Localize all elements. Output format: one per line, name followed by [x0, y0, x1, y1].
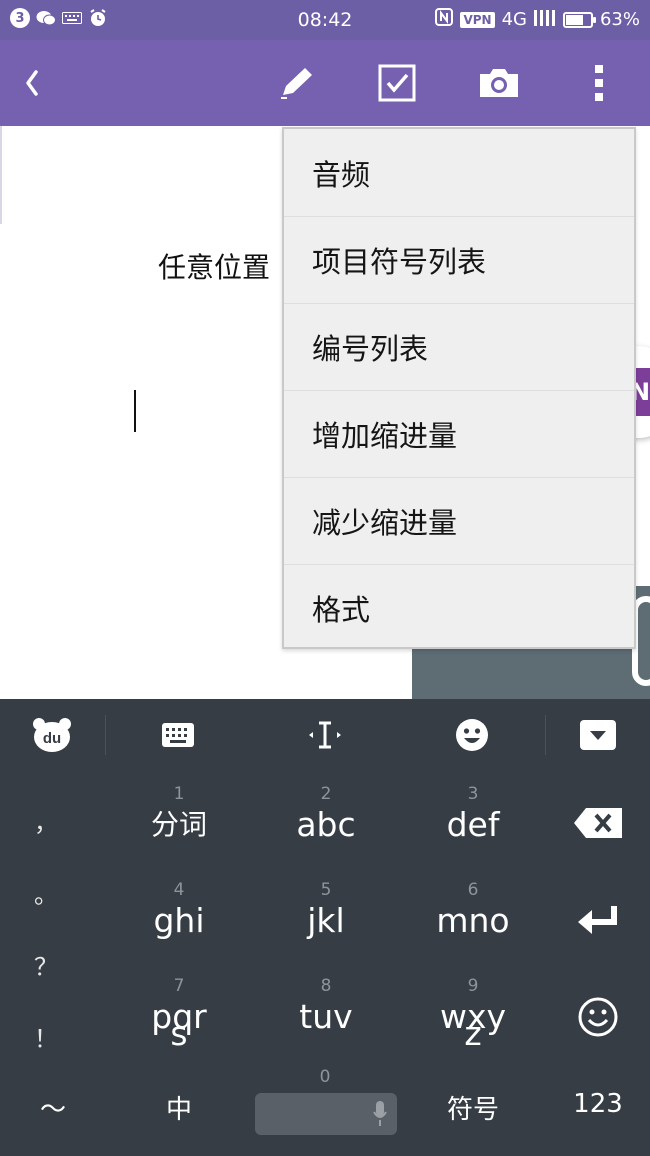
network-type: 4G	[501, 9, 527, 30]
menu-item-audio[interactable]: 音频	[284, 129, 634, 216]
status-right-icons: VPN 4G 63%	[435, 8, 640, 31]
status-bar: 3 08:42 VPN 4G 63%	[0, 0, 650, 40]
back-button[interactable]	[2, 40, 62, 126]
symbols-key[interactable]: 符号	[399, 1089, 547, 1126]
punct-period-key[interactable]: 。	[0, 875, 92, 910]
key-number: 2	[320, 784, 332, 804]
key-label: 分词	[150, 808, 207, 841]
pencil-icon	[281, 68, 312, 99]
checkbox-icon	[378, 64, 416, 102]
top-bar-divider	[105, 715, 106, 755]
top-bar-divider	[545, 715, 546, 755]
key-4[interactable]: 4 ghi	[105, 879, 253, 975]
numbers-key[interactable]: 123	[546, 1089, 650, 1119]
key-sublabel: s	[170, 1014, 188, 1053]
nfc-icon	[435, 8, 454, 31]
space-key[interactable]	[255, 1093, 397, 1135]
menu-item-numbered-list[interactable]: 编号列表	[284, 303, 634, 390]
key-sublabel: z	[464, 1014, 482, 1053]
emoji-face-icon	[456, 719, 488, 751]
key-9[interactable]: 9 wxy z	[399, 975, 547, 1071]
key-number: 5	[320, 880, 332, 900]
battery-percent: 63%	[599, 9, 640, 30]
enter-icon	[578, 906, 617, 934]
text-cursor	[134, 390, 136, 432]
menu-item-bullet-list[interactable]: 项目符号列表	[284, 216, 634, 303]
note-text[interactable]: 任意位置	[158, 246, 270, 286]
du-logo-icon: du	[33, 718, 71, 752]
hide-keyboard-button[interactable]	[558, 699, 638, 771]
key-number: 6	[467, 880, 479, 900]
key-number: 3	[467, 784, 479, 804]
key-label: ghi	[153, 901, 205, 940]
menu-item-decrease-indent[interactable]: 减少缩进量	[284, 477, 634, 564]
punct-comma-key[interactable]: ，	[0, 803, 92, 838]
camera-button[interactable]	[469, 40, 529, 126]
key-label: mno	[436, 901, 510, 940]
key-label: def	[446, 805, 500, 844]
ime-keyboard: du ， 。 ？ ！ 1 分词 2 abc 3 def 4 ghi 5 jkl …	[0, 699, 650, 1156]
keyboard-bottom-row: ～ 中 0 符号 123	[0, 1059, 650, 1156]
tilde-key[interactable]: ～	[0, 1089, 106, 1126]
key-number: 8	[320, 976, 332, 996]
du-logo-text: du	[43, 730, 61, 747]
backspace-icon	[574, 808, 622, 838]
emoji-button[interactable]	[432, 699, 512, 771]
keyboard-icon	[162, 723, 194, 747]
key-label: jkl	[307, 901, 345, 940]
back-icon	[26, 70, 38, 96]
more-options-menu: 音频 项目符号列表 编号列表 增加缩进量 减少缩进量 格式	[282, 127, 636, 649]
left-edge-marker	[0, 126, 2, 224]
key-3[interactable]: 3 def	[399, 783, 547, 879]
punct-exclaim-key[interactable]: ！	[0, 1019, 92, 1054]
hide-keyboard-icon	[580, 720, 616, 750]
key-7[interactable]: 7 pqr s	[105, 975, 253, 1071]
draw-button[interactable]	[266, 40, 326, 126]
more-options-button[interactable]	[569, 40, 629, 126]
checklist-button[interactable]	[367, 40, 427, 126]
cursor-move-button[interactable]	[285, 699, 365, 771]
more-vertical-icon	[595, 65, 603, 101]
key-2[interactable]: 2 abc	[252, 783, 400, 879]
key-number: 9	[467, 976, 479, 996]
key-5[interactable]: 5 jkl	[252, 879, 400, 975]
menu-item-format[interactable]: 格式	[284, 564, 634, 651]
punct-question-key[interactable]: ？	[0, 947, 92, 982]
key-number: 4	[173, 880, 185, 900]
keyboard-top-bar: du	[0, 699, 650, 771]
signal-icon	[533, 8, 556, 31]
smiley-icon	[578, 997, 618, 1037]
key-1[interactable]: 1 分词	[105, 783, 253, 879]
key-label: tuv	[299, 997, 353, 1036]
vpn-badge: VPN	[460, 11, 495, 28]
microphone-icon	[373, 1101, 387, 1126]
key-number: 7	[173, 976, 185, 996]
backspace-key[interactable]	[546, 795, 650, 851]
enter-key[interactable]	[546, 891, 650, 947]
note-toolbar	[0, 40, 650, 126]
cursor-icon	[309, 721, 341, 749]
keyboard-switch-button[interactable]	[138, 699, 218, 771]
key-6[interactable]: 6 mno	[399, 879, 547, 975]
battery-icon	[562, 11, 596, 28]
camera-icon	[480, 69, 518, 97]
key-8[interactable]: 8 tuv	[252, 975, 400, 1071]
key-number: 1	[173, 784, 185, 804]
menu-item-increase-indent[interactable]: 增加缩进量	[284, 390, 634, 477]
smiley-key[interactable]	[546, 989, 650, 1045]
du-logo-button[interactable]: du	[14, 699, 90, 771]
key-label: abc	[296, 805, 356, 844]
language-switch-key[interactable]: 中	[105, 1089, 253, 1126]
zero-label: 0	[319, 1067, 331, 1087]
